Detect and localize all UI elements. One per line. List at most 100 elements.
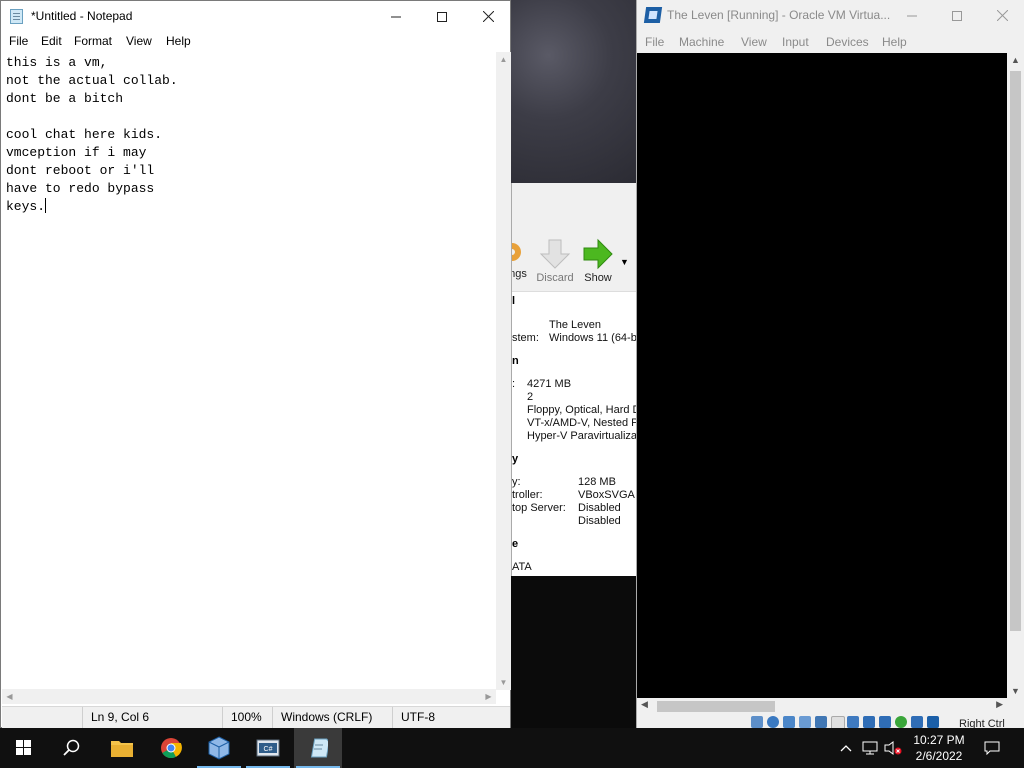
menu-file[interactable]: File bbox=[9, 34, 28, 48]
section-system-heading[interactable]: n bbox=[512, 355, 519, 367]
recording-icon[interactable] bbox=[863, 716, 875, 728]
notepad-title: *Untitled - Notepad bbox=[31, 9, 133, 23]
vm-titlebar[interactable]: The Leven [Running] - Oracle VM Virtua..… bbox=[637, 0, 1024, 31]
notifications-button[interactable] bbox=[980, 728, 1004, 768]
video-memory-label: y: bbox=[512, 476, 521, 488]
scroll-up-icon[interactable]: ▲ bbox=[496, 52, 511, 67]
search-button[interactable] bbox=[48, 728, 96, 768]
mouse-integration-icon[interactable] bbox=[895, 716, 907, 728]
vm-display[interactable] bbox=[637, 53, 1007, 698]
minimize-button[interactable] bbox=[373, 1, 419, 32]
scroll-thumb[interactable] bbox=[657, 701, 775, 712]
vm-menu-devices[interactable]: Devices bbox=[826, 35, 869, 49]
scroll-right-icon[interactable]: ▶ bbox=[481, 689, 496, 704]
vbm-toolbar: ngs Discard Show ▼ bbox=[512, 183, 636, 292]
menu-edit[interactable]: Edit bbox=[41, 34, 62, 48]
vm-menu-machine[interactable]: Machine bbox=[679, 35, 724, 49]
menu-format[interactable]: Format bbox=[74, 34, 112, 48]
gear-icon bbox=[512, 243, 521, 261]
vm-menu-view[interactable]: View bbox=[741, 35, 767, 49]
vm-name-value: The Leven bbox=[549, 319, 601, 331]
taskbar-app[interactable]: C# bbox=[244, 728, 292, 768]
vm-maximize-button[interactable] bbox=[934, 0, 980, 31]
network-tray[interactable] bbox=[860, 728, 880, 768]
memory-value: 4271 MB bbox=[527, 378, 572, 390]
network-icon[interactable] bbox=[799, 716, 811, 728]
show-hidden-icons[interactable] bbox=[836, 728, 856, 768]
taskbar-file-explorer[interactable] bbox=[98, 728, 146, 768]
storage-controller-value: ATA bbox=[512, 561, 532, 573]
volume-tray[interactable] bbox=[882, 728, 904, 768]
desktop-wallpaper bbox=[511, 0, 636, 185]
show-dropdown-icon[interactable]: ▼ bbox=[620, 257, 629, 267]
usb-icon[interactable] bbox=[815, 716, 827, 728]
graphics-controller-value: VBoxSVGA bbox=[578, 489, 635, 501]
cpu-icon[interactable] bbox=[879, 716, 891, 728]
vm-menu-file[interactable]: File bbox=[645, 35, 664, 49]
vm-window[interactable]: The Leven [Running] - Oracle VM Virtua..… bbox=[636, 0, 1024, 730]
maximize-button[interactable] bbox=[419, 1, 465, 32]
desktop-background bbox=[511, 575, 636, 730]
taskbar-notepad[interactable] bbox=[294, 728, 342, 768]
maximize-icon bbox=[952, 10, 962, 21]
cursor-position: Ln 9, Col 6 bbox=[82, 707, 222, 728]
vm-menu-input[interactable]: Input bbox=[782, 35, 809, 49]
vertical-scrollbar[interactable]: ▲ ▼ bbox=[496, 52, 511, 690]
discard-label: Discard bbox=[536, 272, 574, 284]
vm-close-button[interactable] bbox=[979, 0, 1024, 31]
text-editor[interactable]: this is a vm, not the actual collab. don… bbox=[2, 52, 496, 689]
menu-help[interactable]: Help bbox=[166, 34, 191, 48]
cpus-value: 2 bbox=[527, 391, 534, 403]
scroll-left-icon[interactable]: ◀ bbox=[641, 699, 648, 710]
boot-order-value: Floppy, Optical, Hard D bbox=[527, 404, 636, 416]
taskbar-virtualbox[interactable] bbox=[195, 728, 243, 768]
horizontal-scrollbar[interactable]: ◀ ▶ bbox=[2, 689, 496, 704]
remote-desktop-value: Disabled bbox=[578, 502, 621, 514]
optical-drive-icon[interactable] bbox=[767, 716, 779, 728]
system-clock[interactable]: 10:27 PM 2/6/2022 bbox=[904, 732, 974, 764]
virtualbox-icon bbox=[643, 7, 663, 23]
host-key-icon[interactable] bbox=[927, 716, 939, 728]
section-display-heading[interactable]: y bbox=[512, 453, 518, 465]
audio-icon[interactable] bbox=[783, 716, 795, 728]
display-icon[interactable] bbox=[847, 716, 859, 728]
graphics-controller-label: troller: bbox=[512, 489, 543, 501]
settings-label: ngs bbox=[512, 268, 527, 280]
section-general-heading[interactable]: l bbox=[512, 295, 515, 307]
down-arrow-icon bbox=[539, 239, 571, 269]
scroll-left-icon[interactable]: ◀ bbox=[2, 689, 17, 704]
notepad-titlebar[interactable]: *Untitled - Notepad bbox=[1, 1, 510, 32]
right-arrow-icon bbox=[583, 238, 613, 270]
maximize-icon bbox=[437, 11, 447, 22]
scroll-thumb[interactable] bbox=[1010, 71, 1021, 631]
start-button[interactable] bbox=[0, 728, 48, 768]
scroll-up-icon[interactable]: ▲ bbox=[1007, 55, 1024, 65]
virtualbox-icon bbox=[208, 736, 230, 760]
virtualbox-manager-window[interactable]: ngs Discard Show ▼ l The Leven stem: Win… bbox=[511, 183, 636, 576]
show-button[interactable]: Show bbox=[580, 238, 616, 284]
scroll-right-icon[interactable]: ▶ bbox=[996, 699, 1003, 710]
vm-horizontal-scrollbar[interactable]: ◀ ▶ bbox=[637, 698, 1007, 715]
search-icon bbox=[63, 739, 80, 756]
notepad-statusbar: Ln 9, Col 6 100% Windows (CRLF) UTF-8 bbox=[2, 706, 510, 728]
keyboard-icon[interactable] bbox=[911, 716, 923, 728]
settings-button[interactable]: ngs bbox=[512, 238, 528, 280]
notification-icon bbox=[984, 741, 1000, 755]
scroll-down-icon[interactable]: ▼ bbox=[496, 675, 511, 690]
section-storage-heading[interactable]: e bbox=[512, 538, 518, 550]
close-button[interactable] bbox=[465, 1, 511, 32]
minimize-icon bbox=[391, 16, 401, 17]
menu-view[interactable]: View bbox=[126, 34, 152, 48]
vm-minimize-button[interactable] bbox=[889, 0, 935, 31]
scroll-down-icon[interactable]: ▼ bbox=[1007, 686, 1024, 696]
discard-button[interactable]: Discard bbox=[535, 238, 575, 284]
encoding: UTF-8 bbox=[392, 707, 510, 728]
hard-disk-icon[interactable] bbox=[751, 716, 763, 728]
taskbar-chrome[interactable] bbox=[147, 728, 195, 768]
vm-menu-help[interactable]: Help bbox=[882, 35, 907, 49]
close-icon bbox=[482, 11, 494, 22]
svg-text:C#: C# bbox=[264, 746, 273, 753]
vm-vertical-scrollbar[interactable]: ▲ ▼ bbox=[1007, 53, 1024, 698]
clock-time: 10:27 PM bbox=[913, 733, 965, 747]
notepad-window[interactable]: *Untitled - Notepad File Edit Format Vie… bbox=[0, 0, 511, 728]
